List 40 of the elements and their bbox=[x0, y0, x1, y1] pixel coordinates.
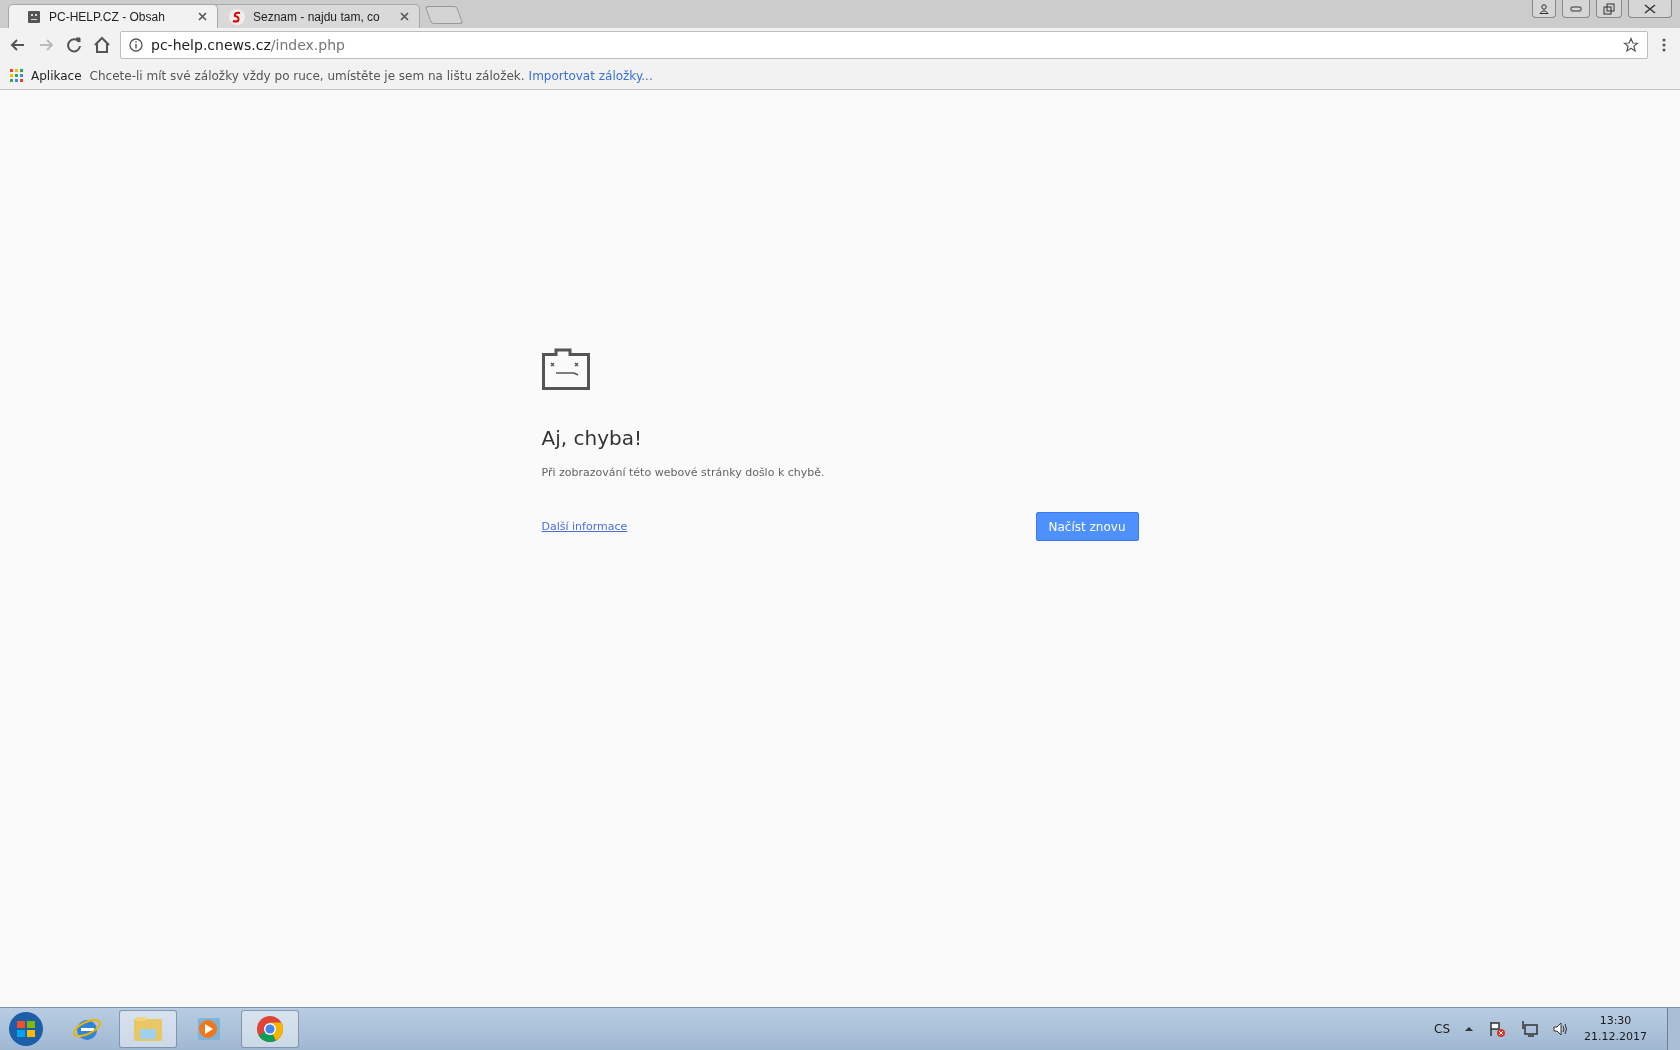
play-button-icon bbox=[195, 1015, 223, 1043]
s-logo-icon bbox=[229, 8, 245, 25]
minimize-button[interactable] bbox=[1562, 0, 1590, 18]
caret-up-icon[interactable] bbox=[1464, 1026, 1474, 1032]
info-icon bbox=[129, 38, 143, 52]
star-icon[interactable] bbox=[1623, 37, 1639, 53]
close-icon bbox=[1644, 3, 1656, 14]
profile-button[interactable] bbox=[1532, 0, 1556, 18]
close-icon[interactable] bbox=[198, 12, 207, 21]
close-window-button[interactable] bbox=[1628, 0, 1672, 18]
folder-icon bbox=[132, 1015, 164, 1043]
error-message: Při zobrazování této webové stránky došlo k chybě. bbox=[541, 466, 826, 479]
apps-grid-icon[interactable] bbox=[10, 69, 23, 82]
taskbar-button[interactable] bbox=[241, 1010, 299, 1048]
flag-error-icon[interactable] bbox=[1488, 1020, 1506, 1038]
chrome-logo-icon bbox=[255, 1014, 285, 1044]
sad-folder-icon bbox=[541, 348, 590, 390]
network-icon[interactable] bbox=[1520, 1020, 1538, 1038]
apps-link[interactable]: Aplikace bbox=[31, 68, 82, 83]
restore-icon bbox=[1603, 2, 1615, 15]
restore-button[interactable] bbox=[1596, 0, 1622, 18]
language-indicator[interactable]: CS bbox=[1434, 1022, 1450, 1036]
browser-tab[interactable]: PC-HELP.CZ - Obsah bbox=[8, 4, 218, 28]
address-bar[interactable]: pc-help.cnews.cz/index.php bbox=[120, 31, 1648, 59]
home-icon[interactable] bbox=[92, 35, 112, 55]
url-text: pc-help.cnews.cz/index.php bbox=[151, 37, 345, 53]
sad-page-icon bbox=[27, 9, 41, 24]
bookmarks-hint: Chcete-li mít své záložky vždy po ruce, umístěte je sem na lištu záložek. bbox=[89, 68, 525, 83]
speaker-icon[interactable] bbox=[1552, 1020, 1570, 1038]
tab-title: Seznam - najdu tam, co bbox=[253, 9, 381, 24]
error-title: Aj, chyba! bbox=[541, 426, 643, 450]
clock[interactable]: 13:30 21.12.2017 bbox=[1584, 1013, 1647, 1045]
tab-title: PC-HELP.CZ - Obsah bbox=[49, 9, 166, 24]
minimize-icon bbox=[1570, 5, 1582, 12]
person-icon bbox=[1539, 3, 1549, 14]
reload-icon[interactable] bbox=[64, 35, 84, 55]
import-bookmarks-link[interactable]: Importovat záložky... bbox=[528, 68, 653, 83]
windows-orb-icon bbox=[8, 1011, 44, 1047]
details-link[interactable]: Další informace bbox=[541, 520, 628, 533]
close-icon[interactable] bbox=[400, 12, 409, 21]
